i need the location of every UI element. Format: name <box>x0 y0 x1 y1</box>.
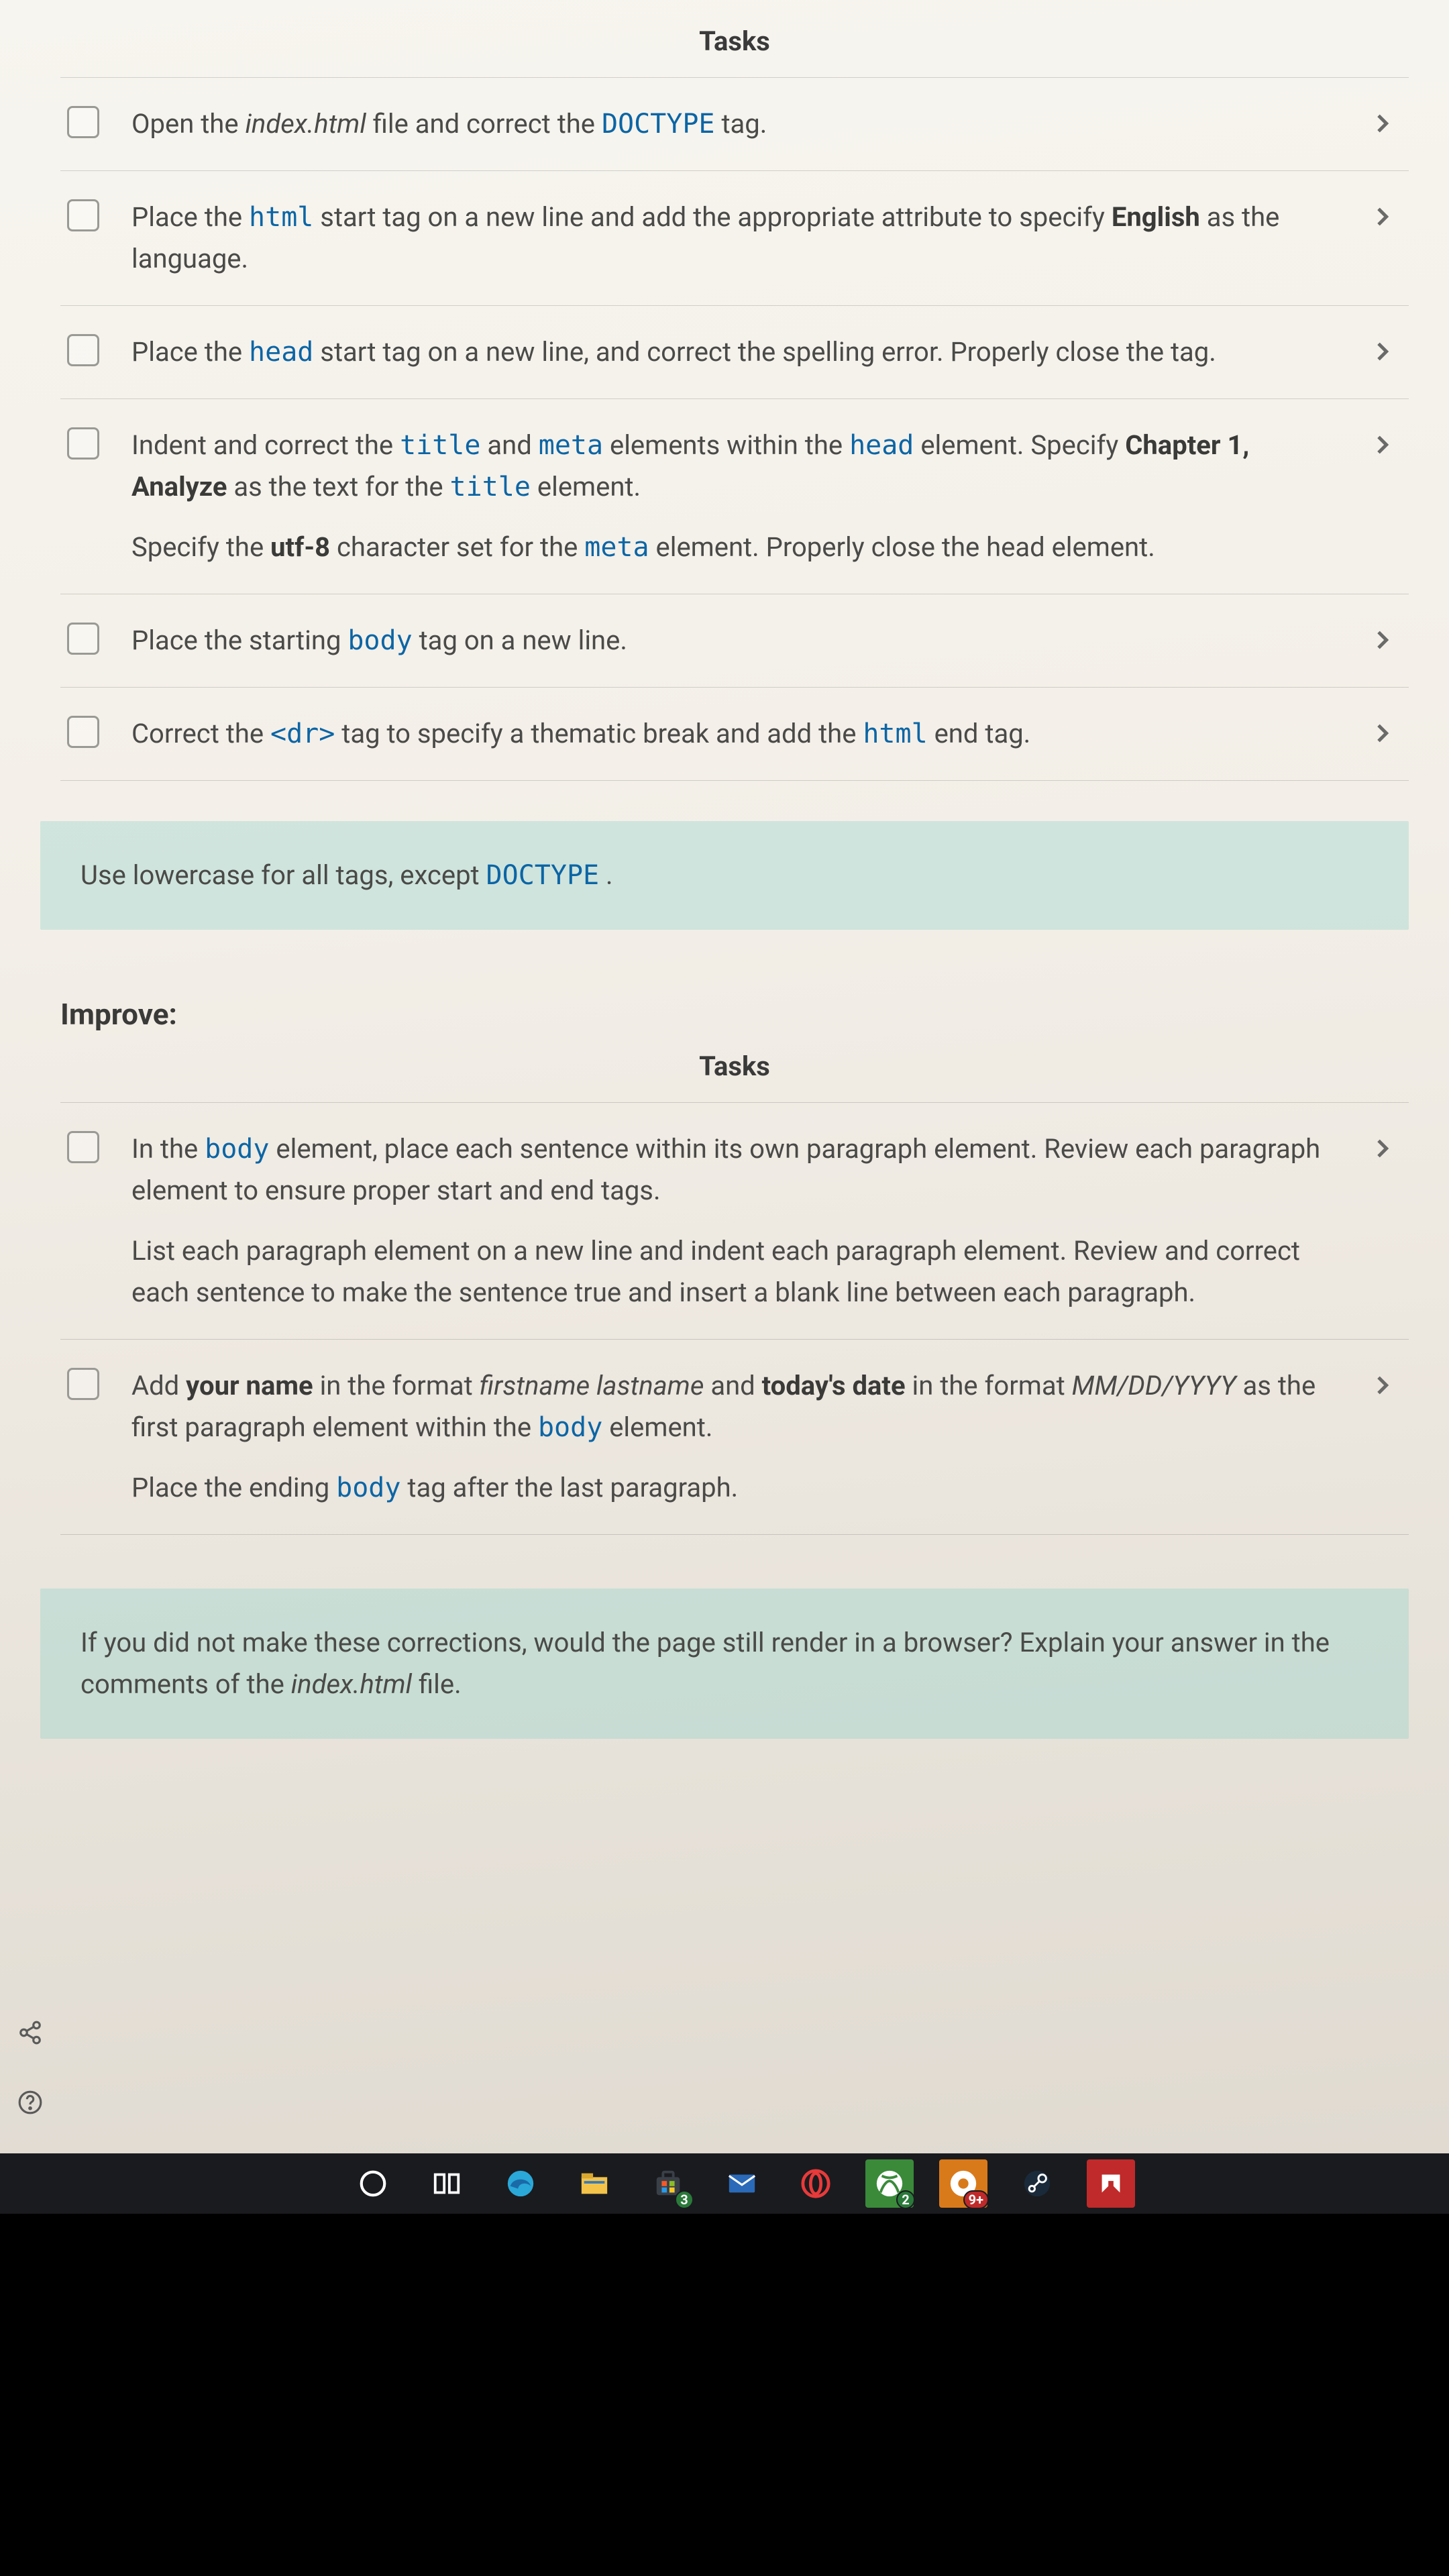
chevron-right-icon[interactable] <box>1368 1135 1395 1162</box>
task-row[interactable]: Add your name in the format firstname la… <box>60 1339 1409 1535</box>
task-row[interactable]: Open the index.html file and correct the… <box>60 77 1409 170</box>
taskbar-badge: 2 <box>896 2190 915 2209</box>
task-row[interactable]: Place the html start tag on a new line a… <box>60 170 1409 305</box>
task-text: Place the starting body tag on a new lin… <box>131 620 1336 661</box>
opera-icon[interactable] <box>792 2159 840 2208</box>
amd-icon[interactable] <box>1087 2159 1135 2208</box>
windows-taskbar[interactable]: 3 2 9+ <box>0 2153 1449 2214</box>
help-icon[interactable] <box>15 2088 45 2117</box>
steam-icon[interactable] <box>1013 2159 1061 2208</box>
cortana-icon[interactable] <box>349 2159 397 2208</box>
file-explorer-icon[interactable] <box>570 2159 619 2208</box>
task-checkbox[interactable] <box>67 334 99 366</box>
task-checkbox[interactable] <box>67 199 99 231</box>
task-text: Correct the <dr> tag to specify a themat… <box>131 713 1336 755</box>
taskbar-badge: 9+ <box>963 2190 989 2209</box>
task-text: Add your name in the format firstname la… <box>131 1365 1336 1509</box>
task-text: Place the head start tag on a new line, … <box>131 331 1336 373</box>
task-text: Open the index.html file and correct the… <box>131 103 1336 145</box>
task-text: Place the html start tag on a new line a… <box>131 197 1336 280</box>
task-checkbox[interactable] <box>67 623 99 655</box>
share-icon[interactable] <box>15 2018 45 2047</box>
task-row[interactable]: Place the head start tag on a new line, … <box>60 305 1409 398</box>
chevron-right-icon[interactable] <box>1368 203 1395 230</box>
task-row[interactable]: In the body element, place each sentence… <box>60 1102 1409 1339</box>
microsoft-store-icon[interactable]: 3 <box>644 2159 692 2208</box>
taskbar-badge: 3 <box>675 2190 694 2209</box>
task-checkbox[interactable] <box>67 716 99 748</box>
chevron-right-icon[interactable] <box>1368 431 1395 458</box>
task-checkbox[interactable] <box>67 1368 99 1400</box>
task-checkbox[interactable] <box>67 1131 99 1163</box>
main-content: Tasks Open the index.html file and corre… <box>60 0 1449 2214</box>
task-text: In the body element, place each sentence… <box>131 1128 1336 1313</box>
task-row[interactable]: Indent and correct the title and meta el… <box>60 398 1409 594</box>
app-screen: Tasks Open the index.html file and corre… <box>0 0 1449 2214</box>
chevron-right-icon[interactable] <box>1368 627 1395 653</box>
mail-icon[interactable] <box>718 2159 766 2208</box>
chevron-right-icon[interactable] <box>1368 110 1395 137</box>
task-view-icon[interactable] <box>423 2159 471 2208</box>
tasks-header-2: Tasks <box>60 1038 1409 1102</box>
task-row[interactable]: Place the starting body tag on a new lin… <box>60 594 1409 687</box>
task-row[interactable]: Correct the <dr> tag to specify a themat… <box>60 687 1409 781</box>
tasks-header-1: Tasks <box>60 13 1409 77</box>
task-checkbox[interactable] <box>67 106 99 138</box>
edge-icon[interactable] <box>496 2159 545 2208</box>
task-checkbox[interactable] <box>67 427 99 460</box>
groove-icon[interactable]: 9+ <box>939 2159 987 2208</box>
chevron-right-icon[interactable] <box>1368 720 1395 747</box>
chevron-right-icon[interactable] <box>1368 1372 1395 1399</box>
side-rail <box>0 0 60 2214</box>
xbox-icon[interactable]: 2 <box>865 2159 914 2208</box>
hint-note-2: If you did not make these corrections, w… <box>40 1589 1409 1739</box>
chevron-right-icon[interactable] <box>1368 338 1395 365</box>
section-improve-label: Improve: <box>60 970 1409 1038</box>
task-text: Indent and correct the title and meta el… <box>131 425 1336 568</box>
hint-note-1: Use lowercase for all tags, except DOCTY… <box>40 821 1409 930</box>
